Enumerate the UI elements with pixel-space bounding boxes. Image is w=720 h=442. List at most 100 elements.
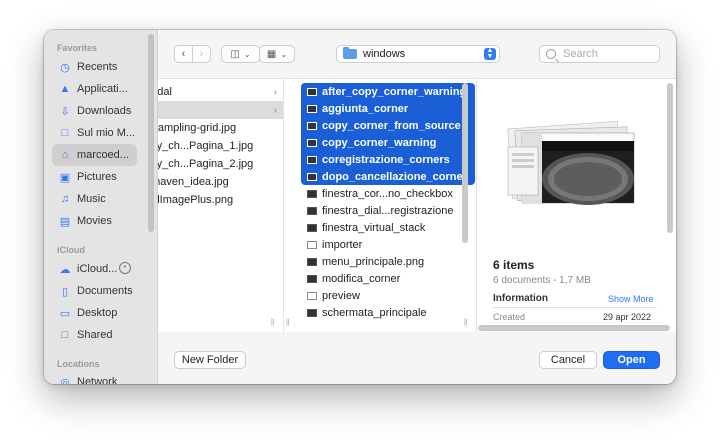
movies-icon: ▤ xyxy=(59,215,71,228)
view-mode-button[interactable]: ◫ ⌄ xyxy=(221,45,260,63)
search-field[interactable] xyxy=(539,45,660,63)
file-icon xyxy=(307,138,317,147)
chevron-right-icon: › xyxy=(273,104,277,116)
forward-icon[interactable]: › xyxy=(193,48,210,60)
chevron-down-icon: ⌄ xyxy=(280,49,288,59)
back-icon[interactable]: ‹ xyxy=(175,48,192,60)
pictures-icon: ▣ xyxy=(59,171,71,184)
list-item[interactable]: coregistrazione_corners xyxy=(301,151,475,168)
chevron-down-icon: ⌄ xyxy=(243,49,251,59)
cloud-icon: ☁ xyxy=(59,263,71,276)
sidebar-item-desktop[interactable]: ▭ Desktop xyxy=(52,302,137,324)
file-icon xyxy=(307,257,317,266)
sidebar-item-pictures[interactable]: ▣ Pictures xyxy=(52,166,137,188)
list-item[interactable]: preview xyxy=(301,287,475,304)
network-icon: ◎ xyxy=(60,376,70,385)
list-item[interactable]: dopo_cancellazione_corner xyxy=(301,168,475,185)
sidebar-section-favorites: Favorites xyxy=(57,43,98,53)
sidebar-item-recents[interactable]: ◷ Recents xyxy=(52,56,137,78)
search-icon xyxy=(546,49,556,59)
column-resize-handle[interactable]: | | xyxy=(271,319,274,326)
sidebar: Favorites ◷ Recents ▲ Applicati... ⇩ Downlo… xyxy=(44,30,158,384)
parent-column: nodal› ws› r-sampling-grid.jpg acy_ch...… xyxy=(158,79,284,332)
columns-view-icon: ◫ xyxy=(230,48,240,60)
group-by-button[interactable]: ▦ ⌄ xyxy=(259,45,295,63)
file-icon xyxy=(307,240,317,249)
open-file-dialog: Favorites ◷ Recents ▲ Applicati... ⇩ Downlo… xyxy=(44,30,676,384)
list-item[interactable]: acy_ch...Pagina_1.jpg xyxy=(158,137,283,155)
preview-subtitle: 6 documents - 1,7 MB xyxy=(493,275,591,286)
list-item[interactable]: _maven_idea.jpg xyxy=(158,173,283,191)
folder-icon xyxy=(343,47,357,59)
sidebar-scrollbar[interactable] xyxy=(148,34,154,232)
file-icon xyxy=(307,223,317,232)
sidebar-item-music[interactable]: ♫ Music xyxy=(52,188,137,210)
clock-status-icon[interactable]: • xyxy=(119,262,131,274)
file-icon xyxy=(307,121,317,130)
list-item[interactable]: ws› xyxy=(158,101,283,119)
list-item[interactable]: finestra_cor...no_checkbox xyxy=(301,185,475,202)
sidebar-section-locations: Locations xyxy=(57,359,100,369)
folder-icon: □ xyxy=(61,127,69,139)
column-resize-handle[interactable]: | | xyxy=(286,319,289,326)
files-column-scrollbar[interactable] xyxy=(462,83,468,243)
list-item[interactable]: finestra_virtual_stack xyxy=(301,219,475,236)
sidebar-item-downloads[interactable]: ⇩ Downloads xyxy=(52,100,137,122)
sidebar-section-icloud: iCloud xyxy=(57,245,85,255)
list-item[interactable]: modifica_corner xyxy=(301,270,475,287)
clock-icon: ◷ xyxy=(60,61,70,74)
sidebar-item-movies[interactable]: ▤ Movies xyxy=(52,210,137,232)
list-item[interactable]: importer xyxy=(301,236,475,253)
file-icon xyxy=(307,172,317,181)
list-item[interactable]: aggiunta_corner xyxy=(301,100,475,117)
file-icon xyxy=(307,291,317,300)
list-item[interactable]: copy_corner_from_source xyxy=(301,117,475,134)
file-browser: nodal› ws› r-sampling-grid.jpg acy_ch...… xyxy=(158,78,676,332)
list-item[interactable]: after_copy_corner_warning xyxy=(301,83,475,100)
show-more-link[interactable]: Show More xyxy=(608,294,654,304)
sidebar-item-sul-mio-mac[interactable]: □ Sul mio M... xyxy=(52,122,137,144)
search-input[interactable] xyxy=(561,47,650,61)
sidebar-item-applications[interactable]: ▲ Applicati... xyxy=(52,78,137,100)
open-button[interactable]: Open xyxy=(603,351,660,369)
file-icon xyxy=(307,155,317,164)
list-item[interactable]: copy_corner_warning xyxy=(301,134,475,151)
preview-title: 6 items xyxy=(493,258,535,272)
list-item[interactable]: r-sampling-grid.jpg xyxy=(158,119,283,137)
back-forward-group: ‹ › xyxy=(174,45,211,63)
file-icon xyxy=(307,308,317,317)
files-column: after_copy_corner_warning aggiunta_corne… xyxy=(284,79,477,332)
sidebar-item-shared[interactable]: □ Shared xyxy=(52,324,137,346)
list-item[interactable]: nalImagePlus.png xyxy=(158,191,283,209)
downloads-icon: ⇩ xyxy=(60,105,70,118)
new-folder-button[interactable]: New Folder xyxy=(174,351,246,369)
list-item[interactable]: nodal› xyxy=(158,83,283,101)
file-icon xyxy=(307,274,317,283)
column-resize-handle[interactable]: | | xyxy=(464,319,467,326)
sidebar-item-network[interactable]: ◎ Network xyxy=(52,371,137,384)
list-item[interactable]: menu_principale.png xyxy=(301,253,475,270)
cancel-button[interactable]: Cancel xyxy=(539,351,597,369)
sidebar-item-home[interactable]: ⌂ marcoed... xyxy=(52,144,137,166)
sidebar-item-documents[interactable]: ▯ Documents xyxy=(52,280,137,302)
home-icon: ⌂ xyxy=(61,149,69,161)
file-icon xyxy=(307,189,317,198)
file-icon xyxy=(307,206,317,215)
desktop-icon: ▭ xyxy=(59,307,71,320)
location-label: windows xyxy=(363,48,406,60)
list-item[interactable]: finestra_dial...registrazione xyxy=(301,202,475,219)
created-label: Created xyxy=(493,312,526,322)
divider xyxy=(493,307,657,308)
preview-scrollbar[interactable] xyxy=(667,83,673,233)
horizontal-scrollbar[interactable] xyxy=(478,325,670,331)
document-icon: ▯ xyxy=(61,285,69,298)
list-item[interactable]: acy_ch...Pagina_2.jpg xyxy=(158,155,283,173)
location-popup[interactable]: windows ▲ ▼ xyxy=(336,45,500,63)
shared-folder-icon: □ xyxy=(61,329,69,341)
chevron-right-icon: › xyxy=(273,86,277,98)
list-item[interactable]: schermata_principale xyxy=(301,304,475,321)
information-heading: Information xyxy=(493,293,548,304)
music-icon: ♫ xyxy=(60,193,70,205)
preview-thumbnail xyxy=(507,120,635,205)
file-icon xyxy=(307,87,317,96)
